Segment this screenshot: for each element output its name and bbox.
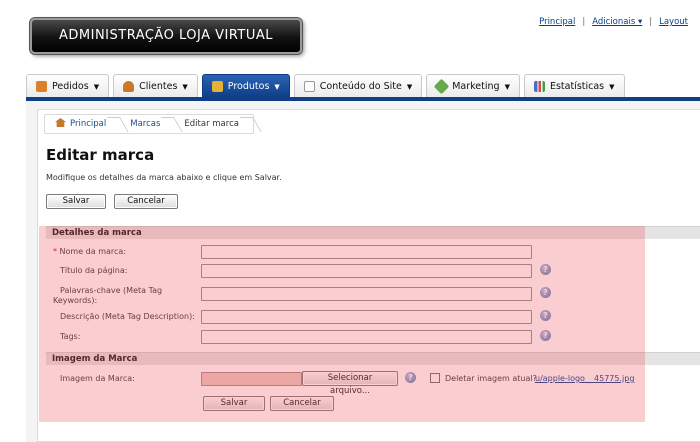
tab-clientes[interactable]: Clientes ▼ (113, 74, 198, 98)
section-header-detalhes: Detalhes da marca (46, 226, 700, 239)
tab-conteudo-do-site[interactable]: Conteúdo do Site ▼ (293, 74, 423, 98)
document-icon (303, 81, 315, 92)
top-link-layout[interactable]: Layout (659, 17, 688, 27)
save-button-bottom[interactable]: Salvar (203, 396, 265, 411)
tags-input[interactable] (201, 330, 532, 344)
current-image-link[interactable]: u/apple-logo _ 45775.jpg (535, 374, 634, 383)
tag-icon (433, 78, 450, 95)
chevron-down-icon: ▼ (609, 82, 615, 91)
chevron-down-icon: ▼ (93, 82, 100, 91)
breadcrumb: Principal Marcas Editar marca (44, 114, 254, 134)
chevron-down-icon: ▼ (182, 82, 188, 91)
help-icon[interactable]: ? (540, 287, 551, 298)
clipboard-icon (36, 81, 47, 92)
top-links: Principal | Adicionais ▾ | Layout (539, 17, 688, 27)
chevron-down-icon: ▼ (504, 82, 510, 91)
page-description: Modifique os detalhes da marca abaixo e … (46, 173, 282, 182)
box-icon (211, 81, 223, 92)
delete-image-label: Deletar imagem atual? (445, 374, 537, 383)
meta-description-input[interactable] (201, 310, 532, 324)
keywords-label-line1: Palavras-chave (Meta Tag (60, 286, 163, 295)
help-icon[interactable]: ? (540, 264, 551, 275)
brand-name-input[interactable] (201, 245, 532, 259)
keywords-label-line2: Keywords): (53, 296, 98, 305)
page-title-label: Título da página: (60, 266, 128, 275)
keywords-input[interactable] (201, 287, 532, 301)
help-icon[interactable]: ? (540, 330, 551, 341)
chevron-down-icon: ▼ (406, 82, 413, 91)
help-icon[interactable]: ? (540, 310, 551, 321)
brand-image-label: Imagem da Marca: (60, 374, 135, 383)
tags-label: Tags: (60, 332, 81, 341)
breadcrumb-marcas[interactable]: Marcas (120, 115, 174, 133)
cancel-button-top[interactable]: Cancelar (114, 194, 178, 209)
store-admin-logo: ADMINISTRAÇÃO LOJA VIRTUAL (30, 18, 302, 54)
brand-name-label: * Nome da marca: (53, 247, 127, 256)
page-title: Editar marca (46, 146, 155, 164)
file-path-field[interactable] (201, 372, 302, 386)
cancel-button-bottom[interactable]: Cancelar (270, 396, 334, 411)
user-icon (123, 81, 135, 92)
bar-chart-icon (533, 81, 545, 92)
top-link-adicionais[interactable]: Adicionais ▾ (592, 17, 642, 27)
select-file-button[interactable]: Selecionar arquivo... (302, 371, 398, 396)
chevron-down-icon: ▼ (274, 82, 280, 91)
breadcrumb-principal[interactable]: Principal (45, 115, 120, 133)
page-title-input[interactable] (201, 264, 532, 278)
main-nav-tabs: Pedidos ▼ Clientes ▼ Produtos ▼ Conteúdo do… (26, 74, 629, 98)
tab-produtos[interactable]: Produtos ▼ (201, 74, 290, 98)
tab-pedidos[interactable]: Pedidos ▼ (26, 74, 110, 98)
home-icon (55, 118, 66, 127)
tab-marketing[interactable]: Marketing ▼ (426, 74, 520, 98)
section-header-imagem: Imagem da Marca (46, 352, 700, 365)
breadcrumb-editar-marca: Editar marca (174, 115, 253, 133)
help-icon[interactable]: ? (405, 372, 416, 383)
meta-description-label: Descrição (Meta Tag Description): (60, 312, 195, 321)
tab-estatisticas[interactable]: Estatísticas ▼ (523, 74, 625, 98)
save-button-top[interactable]: Salvar (46, 194, 106, 209)
top-link-principal[interactable]: Principal (539, 17, 575, 27)
delete-image-checkbox[interactable] (430, 373, 440, 383)
